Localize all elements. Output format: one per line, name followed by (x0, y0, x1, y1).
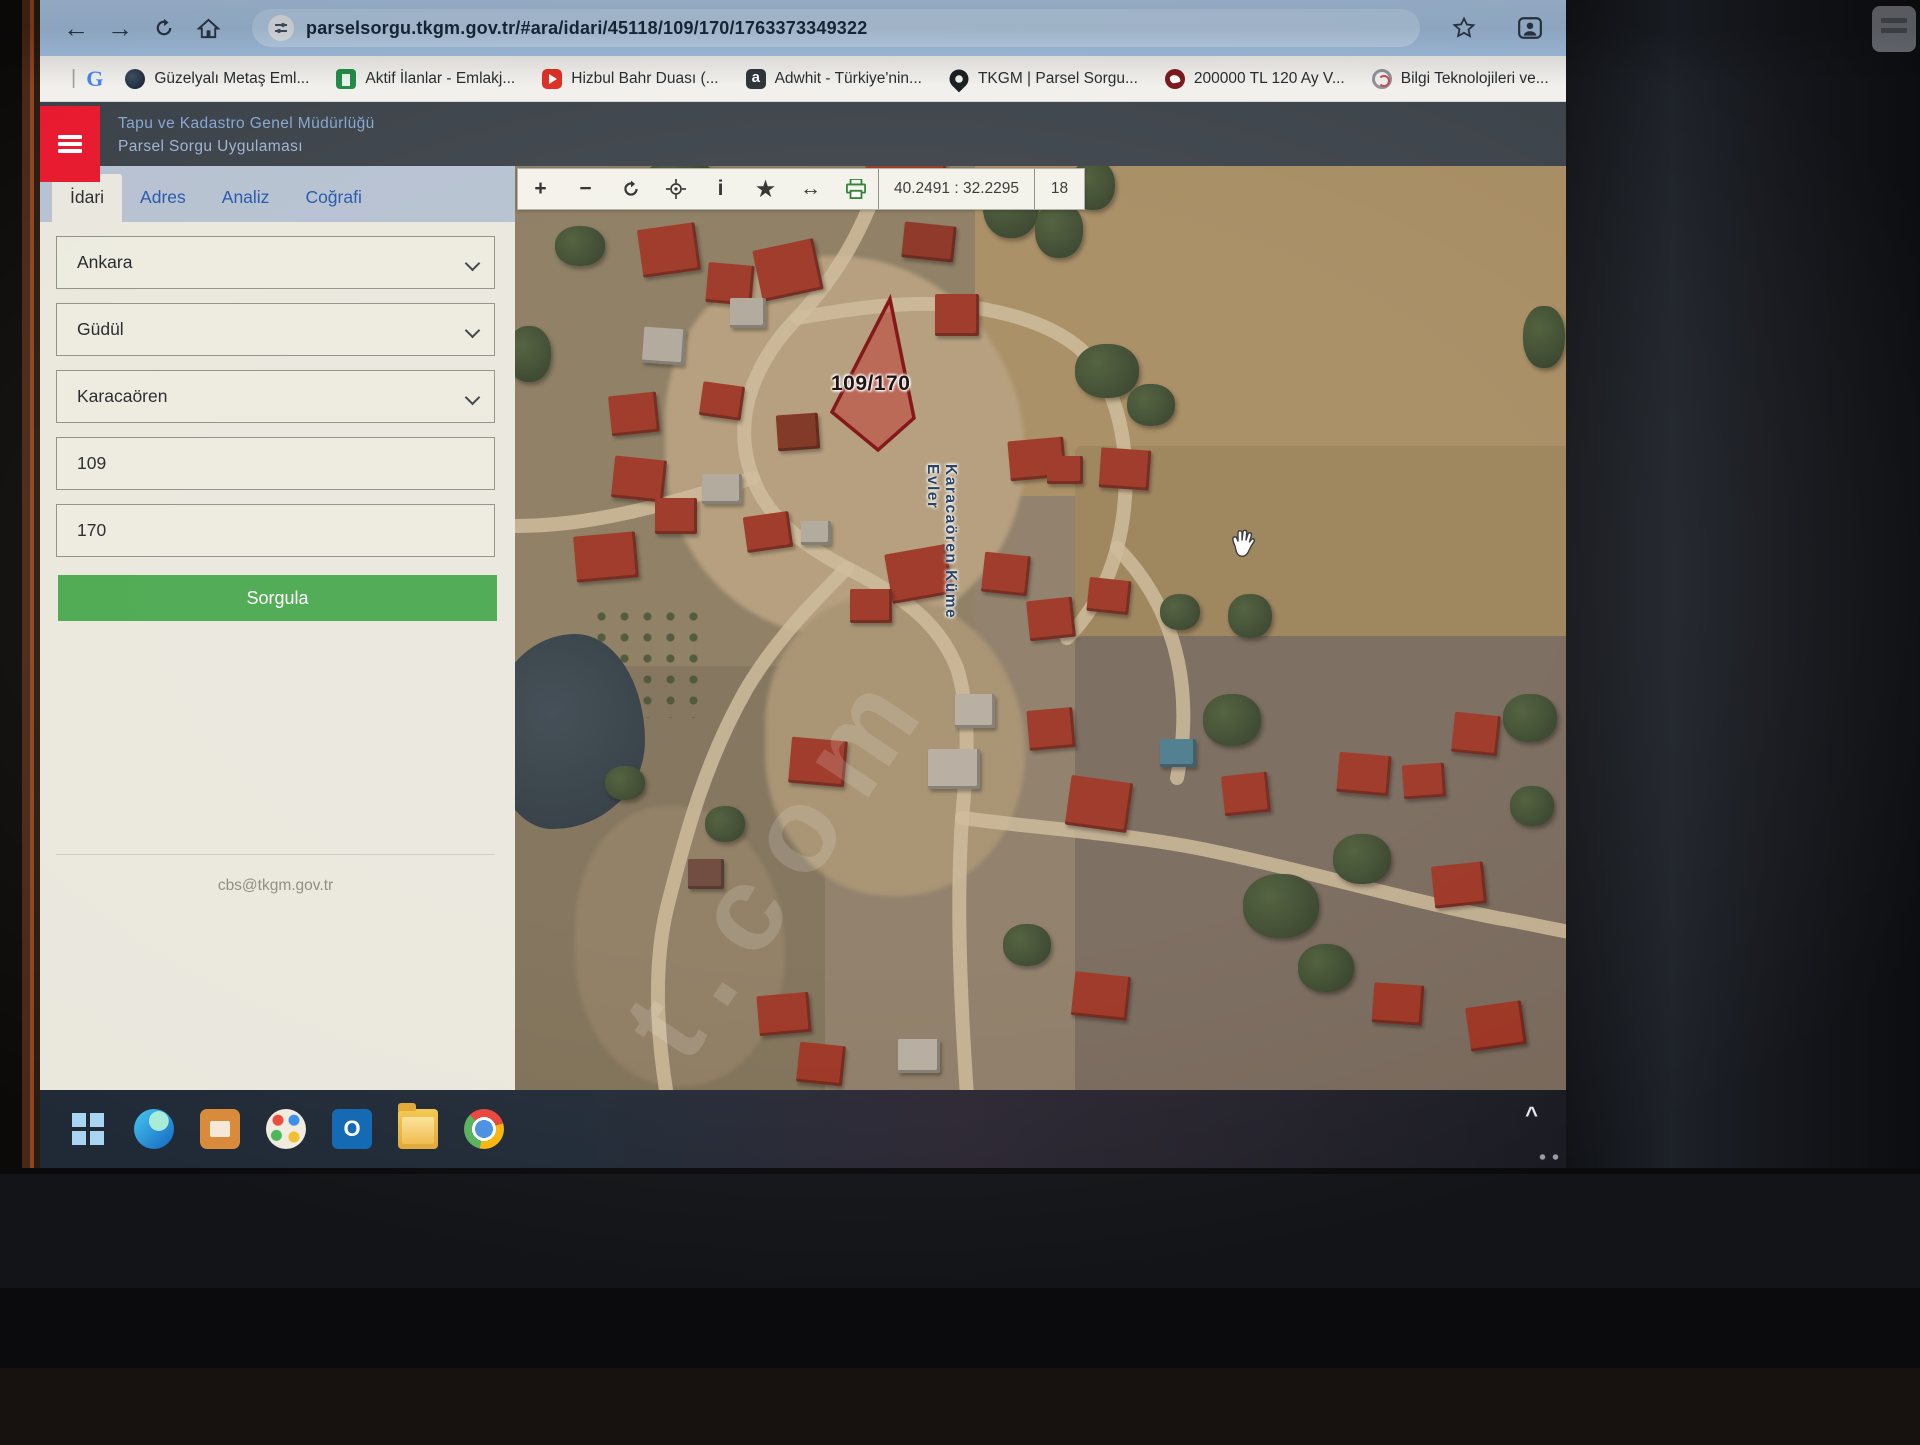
info-button[interactable]: i (698, 169, 743, 209)
block-input[interactable] (56, 437, 495, 490)
tab-analiz[interactable]: Analiz (204, 174, 288, 222)
bookmarks-bar: | G Güzelyalı Metaş Eml... Aktif İlanlar … (40, 56, 1566, 102)
contact-email: cbs@tkgm.gov.tr (56, 854, 495, 895)
hand-cursor-icon (1227, 528, 1257, 565)
app-header: Tapu ve Kadastro Genel Müdürlüğü Parsel … (40, 102, 1566, 166)
sidebar-tabs: İdariAdresAnalizCoğrafi (40, 166, 515, 222)
files-icon[interactable] (398, 1109, 438, 1149)
laptop-screen: ← → parselsorgu.tkgm.gov.tr/#ara/idari/4… (40, 0, 1566, 1168)
store-icon[interactable] (200, 1109, 240, 1149)
bookmark-bilgi-teknolojileri-ve[interactable]: Bilgi Teknolojileri ve... (1372, 69, 1549, 89)
chevron-down-icon (465, 256, 481, 272)
edge-icon[interactable] (134, 1109, 174, 1149)
bookmark-label: Güzelyalı Metaş Eml... (154, 70, 309, 88)
bookmark-label: 200000 TL 120 Ay V... (1194, 70, 1345, 88)
province-select[interactable]: Ankara (56, 236, 495, 289)
site-settings-icon[interactable] (268, 15, 294, 41)
map-canvas[interactable]: 109/170 Karacaören Küme Evler t.com +−i★… (515, 166, 1566, 1090)
star-button[interactable]: ★ (743, 169, 788, 209)
district-value: Güdül (77, 319, 124, 340)
bookmark-label: Hizbul Bahr Duası (... (571, 70, 718, 88)
chevron-down-icon (465, 323, 481, 339)
query-submit-button[interactable]: Sorgula (58, 575, 497, 621)
map-toolbar: +− i★↔ 40.2491 : 32.229518 (517, 168, 1085, 210)
bookmark-label: TKGM | Parsel Sorgu... (978, 70, 1138, 88)
hamburger-icon (58, 132, 82, 157)
browser-toolbar: ← → parselsorgu.tkgm.gov.tr/#ara/idari/4… (40, 0, 1566, 56)
locate-button[interactable] (653, 169, 698, 209)
zoom-out-button[interactable]: − (563, 169, 608, 209)
laptop-photo: ← → parselsorgu.tkgm.gov.tr/#ara/idari/4… (0, 0, 1920, 1445)
bookmark-label: Adwhit - Türkiye'nin... (775, 70, 922, 88)
bookmark-star-icon[interactable] (1442, 8, 1486, 48)
laptop-bezel-left (0, 0, 40, 1168)
outlook-icon[interactable] (332, 1109, 372, 1149)
refresh-button[interactable] (608, 169, 653, 209)
query-form: Ankara Güdül Karacaören Sorgula (40, 222, 515, 621)
pin-dark-icon (946, 65, 973, 92)
map-coordinates: 40.2491 : 32.2295 (878, 169, 1034, 209)
paint-icon[interactable] (266, 1109, 306, 1149)
tray-icons[interactable] (1536, 1152, 1562, 1162)
parcel-layer (515, 166, 1566, 1090)
neighborhood-value: Karacaören (77, 386, 167, 407)
windows-icon[interactable] (68, 1109, 108, 1149)
parcel-input[interactable] (56, 504, 495, 557)
print-button[interactable] (833, 169, 878, 209)
app-title-line2: Parsel Sorgu Uygulaması (118, 135, 375, 158)
adwhit-icon (746, 69, 766, 89)
windows-taskbar: ^ (40, 1090, 1566, 1168)
tray-chevron-icon[interactable]: ^ (1525, 1102, 1538, 1128)
hamburger-menu-button[interactable] (40, 106, 100, 182)
reload-icon[interactable] (142, 8, 186, 48)
province-value: Ankara (77, 252, 132, 273)
district-select[interactable]: Güdül (56, 303, 495, 356)
measure-button[interactable]: ↔ (788, 169, 833, 209)
query-sidebar: İdariAdresAnalizCoğrafi Ankara Güdül Kar… (40, 166, 515, 1090)
zoom-in-button[interactable]: + (518, 169, 563, 209)
building-green-icon (336, 69, 356, 89)
btk-icon (1372, 69, 1392, 89)
laptop-bezel-bottom: lenovo (0, 1168, 1920, 1445)
bookmark-aktif-i-lanlar-emlakj[interactable]: Aktif İlanlar - Emlakj... (336, 69, 515, 89)
url-text: parselsorgu.tkgm.gov.tr/#ara/idari/45118… (306, 18, 867, 39)
globe-dark-icon (125, 69, 145, 89)
bookmark-hizbul-bahr-duas[interactable]: Hizbul Bahr Duası (... (542, 69, 718, 89)
youtube-icon (542, 69, 562, 89)
chevron-down-icon (465, 390, 481, 406)
chrome-icon[interactable] (464, 1109, 504, 1149)
place-label: Karacaören Küme Evler (923, 464, 959, 664)
back-icon[interactable]: ← (54, 8, 98, 48)
bookmark-label: Aktif İlanlar - Emlakj... (365, 70, 515, 88)
app-title-line1: Tapu ve Kadastro Genel Müdürlüğü (118, 112, 375, 135)
tab-adres[interactable]: Adres (122, 174, 204, 222)
bookmark-tkgm-parsel-sorgu[interactable]: TKGM | Parsel Sorgu... (949, 69, 1138, 89)
parcel-label: 109/170 (831, 372, 910, 396)
home-icon[interactable] (186, 8, 230, 48)
neighborhood-select[interactable]: Karacaören (56, 370, 495, 423)
bookmarks-divider: | (71, 67, 76, 90)
circle-darkred-icon (1165, 69, 1185, 89)
bookmark-200000-tl-120-ay-v[interactable]: 200000 TL 120 Ay V... (1165, 69, 1345, 89)
laptop-bezel-right (1566, 0, 1920, 1168)
apps-grid-icon[interactable] (58, 68, 61, 90)
bookmark-label: Bilgi Teknolojileri ve... (1401, 70, 1549, 88)
google-icon[interactable]: G (86, 66, 103, 92)
background-object (1872, 6, 1916, 52)
address-bar[interactable]: parselsorgu.tkgm.gov.tr/#ara/idari/45118… (252, 9, 1420, 47)
bookmark-g-zelyal-meta-eml[interactable]: Güzelyalı Metaş Eml... (125, 69, 309, 89)
forward-icon[interactable]: → (98, 8, 142, 48)
browser-profile-icon[interactable] (1508, 8, 1552, 48)
bookmark-adwhit-t-rkiye-nin[interactable]: Adwhit - Türkiye'nin... (746, 69, 922, 89)
map-zoom-level: 18 (1034, 169, 1084, 209)
tab-co-rafi[interactable]: Coğrafi (287, 174, 379, 222)
